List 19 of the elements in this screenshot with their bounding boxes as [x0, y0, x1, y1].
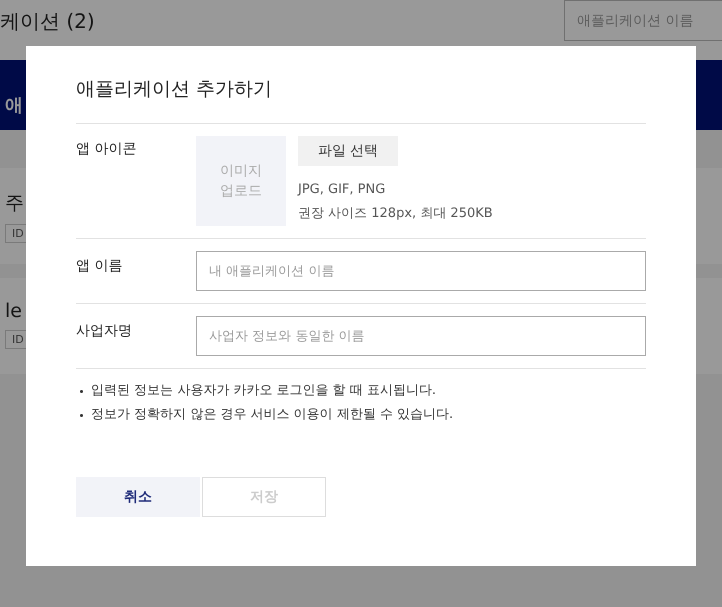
file-select-button[interactable]: 파일 선택 [298, 136, 398, 166]
bullet-icon [80, 390, 83, 392]
banner-title: 애 [5, 95, 23, 116]
app-name: 주 [5, 191, 24, 216]
input-field[interactable]: 사업자 정보와 동일한 이름 [196, 316, 646, 356]
field-label: 앱 아이콘 [76, 140, 138, 159]
cancel-button[interactable]: 취소 [76, 477, 200, 517]
hint-text: 권장 사이즈 128px, 최대 250KB [298, 205, 493, 223]
field-label: 사업자명 [76, 322, 133, 341]
search-field[interactable]: 애플리케이션 이름 [564, 0, 722, 41]
app-name: le [5, 300, 22, 322]
note-text: 입력된 정보는 사용자가 카카오 로그인을 할 때 표시됩니다. [91, 382, 436, 400]
bullet-icon [80, 414, 83, 416]
field-label: 앱 이름 [76, 257, 124, 276]
hint-text: JPG, GIF, PNG [298, 181, 386, 199]
input-field[interactable]: 내 애플리케이션 이름 [196, 251, 646, 291]
note-text: 정보가 정확하지 않은 경우 서비스 이용이 제한될 수 있습니다. [91, 406, 454, 424]
dialog-title: 애플리케이션 추가하기 [76, 76, 646, 124]
page-title: 케이션 (2) [0, 8, 95, 35]
